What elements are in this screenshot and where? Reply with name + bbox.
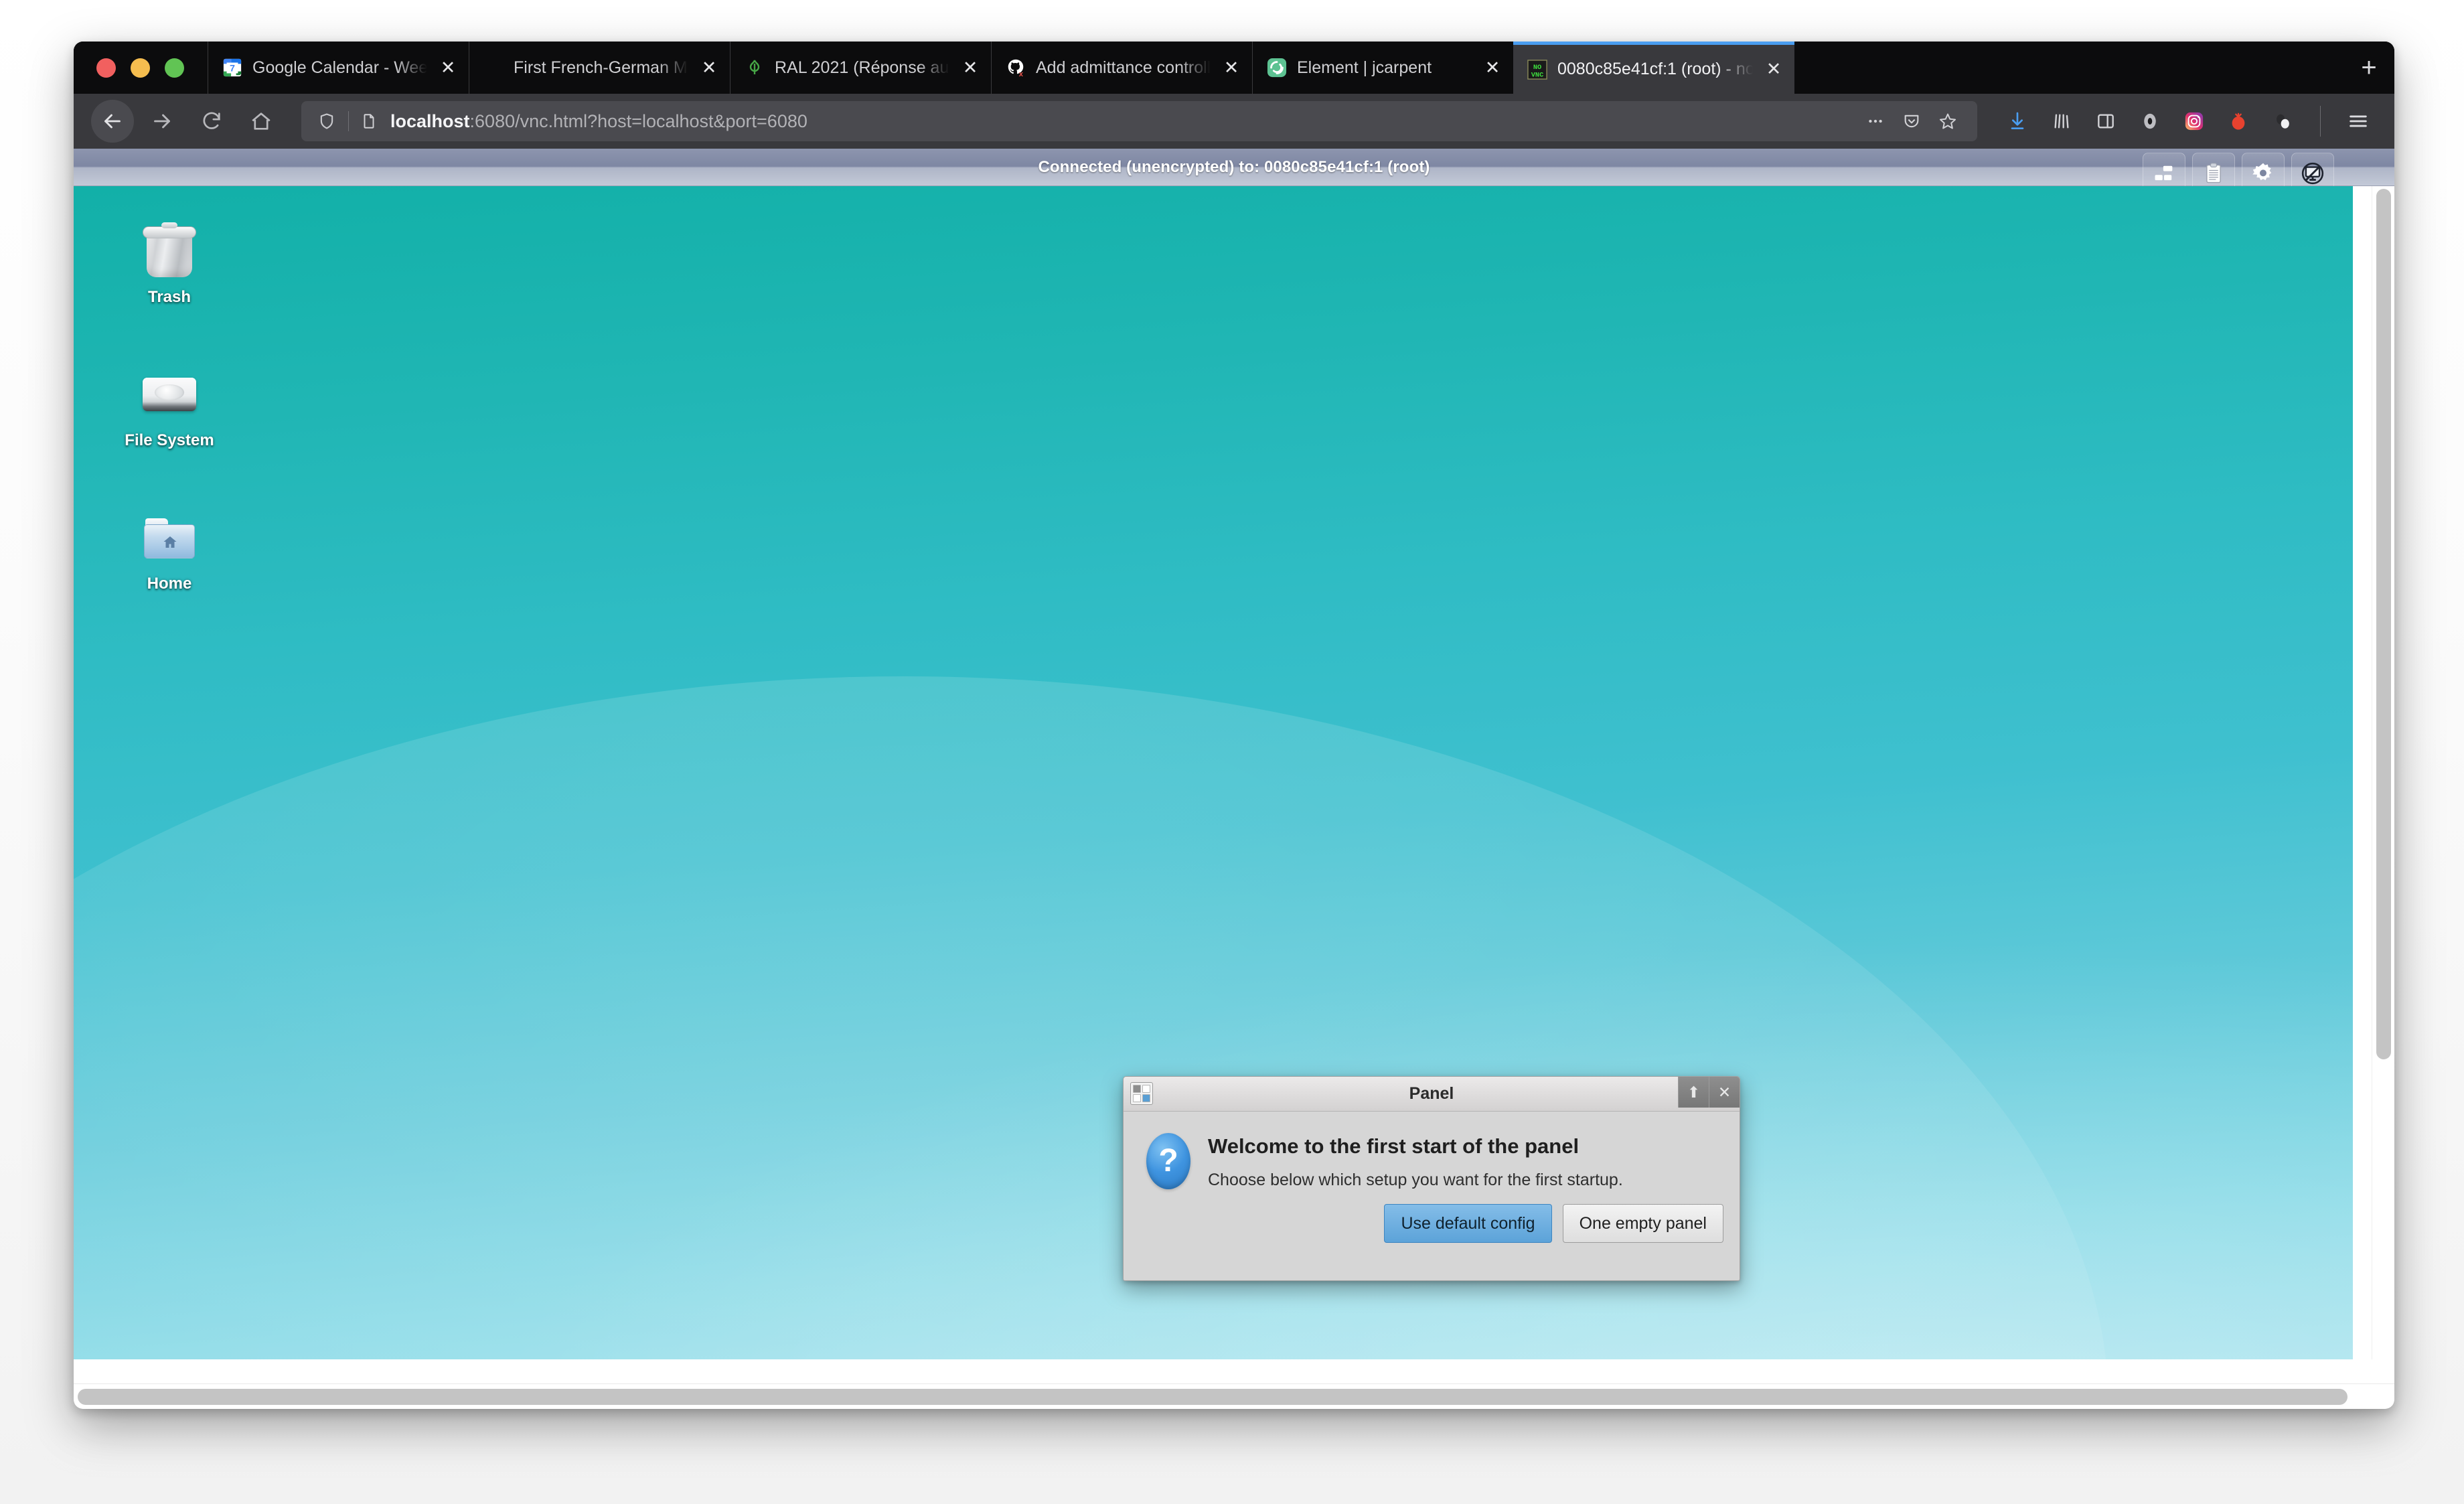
page-info-icon[interactable] [356, 112, 382, 130]
tab-list: 7 Google Calendar - Week of 10 M ✕ First… [208, 42, 2343, 94]
tab-strip: 7 Google Calendar - Week of 10 M ✕ First… [74, 42, 2394, 94]
overleaf-icon [744, 57, 765, 78]
github-icon: x [1005, 57, 1026, 78]
dialog-close-button[interactable]: ✕ [1709, 1077, 1740, 1108]
tab-novnc[interactable]: NO VNC 0080c85e41cf:1 (root) - noVNC ✕ [1513, 42, 1794, 94]
harddisk-icon [137, 362, 202, 426]
desktop-backdrop: 7 Google Calendar - Week of 10 M ✕ First… [0, 0, 2464, 1504]
dialog-subtext: Choose below which setup you want for th… [1208, 1171, 1623, 1189]
desktop-icon-label: Home [147, 575, 192, 593]
xfce-mouse-logo [1326, 1357, 1547, 1359]
horizontal-scrollbar-thumb[interactable] [78, 1389, 2347, 1405]
tab-close-button[interactable]: ✕ [959, 56, 982, 79]
desktop-icon-home[interactable]: Home [106, 505, 233, 593]
one-empty-panel-button[interactable]: One empty panel [1562, 1204, 1723, 1243]
library-icon[interactable] [2043, 102, 2080, 140]
url-path: :6080/vnc.html?host=localhost&port=6080 [469, 110, 807, 131]
novnc-icon: NO VNC [1527, 59, 1548, 80]
novnc-control-bar: Connected (unencrypted) to: 0080c85e41cf… [74, 149, 2394, 194]
question-mark-glyph: ? [1146, 1133, 1190, 1189]
bookmark-star-icon[interactable] [1932, 105, 1964, 137]
dialog-window-buttons: ⬆ ✕ [1678, 1077, 1740, 1108]
zotero-connector-icon[interactable] [2131, 102, 2169, 140]
tab-title: Add admittance controller by de [1036, 58, 1211, 77]
trash-icon [137, 218, 202, 283]
tab-close-button[interactable]: ✕ [1481, 56, 1504, 79]
tab-close-button[interactable]: ✕ [1762, 58, 1785, 81]
tab-first-french-german-ml[interactable]: First French-German Machine Learn ✕ [469, 42, 730, 94]
desktop-icon-file-system[interactable]: File System [106, 362, 233, 450]
wallpaper-arc-decoration [74, 676, 2109, 1359]
vertical-scrollbar[interactable] [2372, 186, 2394, 1359]
question-mark-icon: ? [1146, 1133, 1190, 1189]
hamburger-menu-icon[interactable] [2339, 102, 2377, 140]
url-host: localhost [390, 110, 470, 131]
close-window-button[interactable] [96, 58, 116, 78]
svg-text:x: x [1019, 70, 1024, 78]
tomato-timer-icon[interactable] [2220, 102, 2257, 140]
blank-icon [483, 57, 504, 78]
element-icon [1266, 57, 1288, 78]
novnc-status-text: Connected (unencrypted) to: 0080c85e41cf… [1038, 157, 1430, 176]
tab-close-button[interactable]: ✕ [437, 56, 459, 79]
account-avatar-icon[interactable] [2264, 102, 2301, 140]
sidebar-icon[interactable] [2087, 102, 2125, 140]
remote-desktop-canvas[interactable]: Trash File System Home Panel ⬆ ✕ ? Welco… [74, 186, 2353, 1359]
url-text[interactable]: localhost:6080/vnc.html?host=localhost&p… [390, 111, 807, 132]
dialog-text-block: Welcome to the first start of the panel … [1208, 1133, 1717, 1190]
tab-title: Element | jcarpent [1297, 58, 1432, 77]
browser-toolbar-icons [1992, 102, 2377, 140]
tab-title: 0080c85e41cf:1 (root) - noVNC [1557, 60, 1753, 78]
reload-button[interactable] [190, 100, 233, 143]
tracking-protection-shield-icon[interactable] [312, 112, 341, 131]
tab-close-button[interactable]: ✕ [1220, 56, 1243, 79]
dialog-maximize-button[interactable]: ⬆ [1678, 1077, 1709, 1108]
home-folder-icon [137, 505, 202, 569]
dialog-heading: Welcome to the first start of the panel [1208, 1134, 1580, 1158]
navigation-toolbar: localhost:6080/vnc.html?host=localhost&p… [74, 94, 2394, 149]
maximize-window-button[interactable] [165, 58, 184, 78]
tab-title: Google Calendar - Week of 10 M [252, 58, 427, 77]
forward-button[interactable] [141, 100, 183, 143]
tab-add-admittance-controller[interactable]: x Add admittance controller by de ✕ [991, 42, 1252, 94]
minimize-window-button[interactable] [131, 58, 150, 78]
desktop-icon-label: Trash [147, 288, 191, 306]
instagram-extension-icon[interactable] [2175, 102, 2213, 140]
google-calendar-icon: 7 [222, 57, 243, 78]
firefox-browser-window: 7 Google Calendar - Week of 10 M ✕ First… [74, 42, 2394, 1409]
tab-element[interactable]: Element | jcarpent ✕ [1252, 42, 1513, 94]
desktop-icon-label: File System [125, 431, 214, 449]
svg-text:7: 7 [230, 63, 235, 74]
panel-icon [1130, 1082, 1153, 1105]
toolbar-divider [2320, 106, 2321, 137]
tab-title: First French-German Machine Learn [514, 58, 688, 77]
use-default-config-button[interactable]: Use default config [1384, 1204, 1552, 1243]
tab-close-button[interactable]: ✕ [698, 56, 720, 79]
tab-title: RAL 2021 (Réponse aux reviewe [775, 58, 949, 77]
desktop-icon-trash[interactable]: Trash [106, 218, 233, 307]
horizontal-scrollbar[interactable] [74, 1383, 2394, 1409]
downloads-icon[interactable] [1999, 102, 2036, 140]
vertical-scrollbar-thumb[interactable] [2376, 189, 2391, 1059]
tab-ral-2021[interactable]: RAL 2021 (Réponse aux reviewe ✕ [730, 42, 991, 94]
url-bar-actions [1859, 105, 1967, 137]
page-actions-more-icon[interactable] [1859, 105, 1892, 137]
page-viewport: Connected (unencrypted) to: 0080c85e41cf… [74, 149, 2394, 1409]
dialog-title: Panel [1409, 1084, 1454, 1103]
pocket-save-icon[interactable] [1896, 105, 1928, 137]
dialog-titlebar[interactable]: Panel ⬆ ✕ [1124, 1077, 1740, 1112]
home-button[interactable] [240, 100, 283, 143]
svg-text:NO: NO [1533, 64, 1541, 72]
panel-first-start-dialog: Panel ⬆ ✕ ? Welcome to the first start o… [1123, 1076, 1740, 1281]
url-bar[interactable]: localhost:6080/vnc.html?host=localhost&p… [301, 101, 1977, 141]
new-tab-button[interactable]: + [2343, 42, 2394, 94]
tab-google-calendar[interactable]: 7 Google Calendar - Week of 10 M ✕ [208, 42, 469, 94]
url-divider [348, 111, 349, 131]
dialog-action-buttons: Use default config One empty panel [1384, 1204, 1723, 1243]
window-traffic-lights [74, 42, 208, 94]
back-button[interactable] [91, 100, 134, 143]
dialog-body: ? Welcome to the first start of the pane… [1124, 1112, 1740, 1190]
svg-text:VNC: VNC [1531, 71, 1544, 79]
